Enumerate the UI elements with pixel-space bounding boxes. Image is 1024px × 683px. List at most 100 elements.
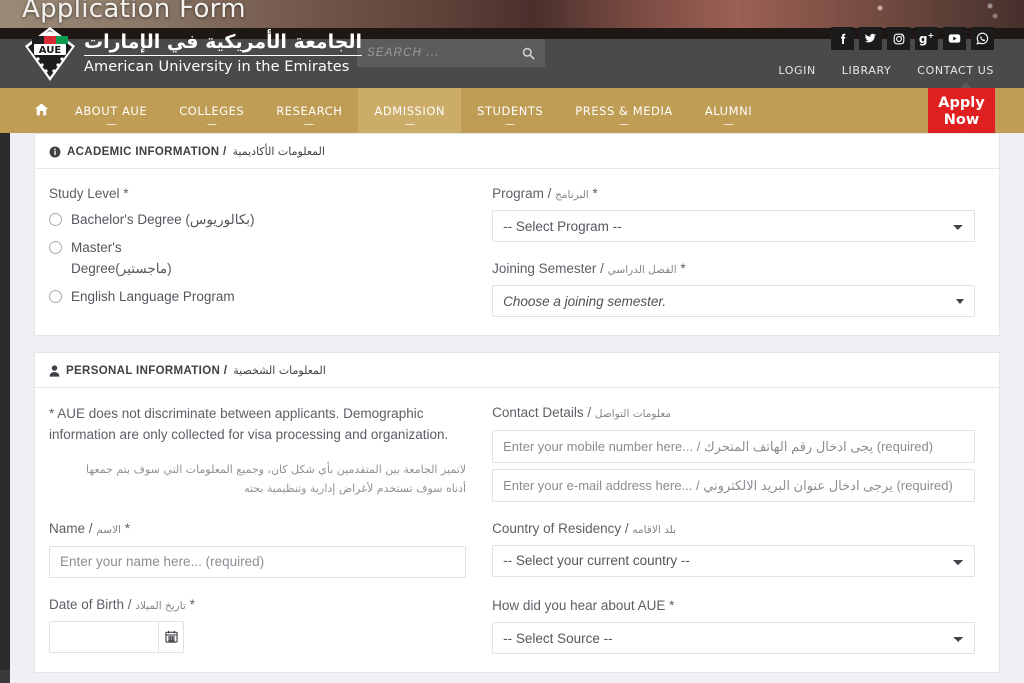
- facebook-icon[interactable]: [831, 27, 854, 50]
- nav-item-students[interactable]: STUDENTS: [461, 88, 559, 133]
- utility-link-login[interactable]: LOGIN: [778, 64, 815, 77]
- search-input[interactable]: SEARCH ...: [357, 39, 545, 67]
- joining-semester-required-mark: *: [680, 261, 686, 277]
- academic-left-column: Study Level * Bachelor's Degree (بكالوري…: [35, 185, 488, 317]
- nav-label: ABOUT AUE: [75, 103, 148, 118]
- academic-information-body: Study Level * Bachelor's Degree (بكالوري…: [35, 169, 999, 335]
- nav-label: ALUMNI: [704, 103, 753, 118]
- joining-semester-select[interactable]: Choose a joining semester.: [492, 285, 975, 318]
- logo-arabic-name: الجامعة الأمريكية في الإمارات: [84, 33, 363, 57]
- study-level-option-masters[interactable]: Master's Degree(ماجستير): [49, 238, 466, 279]
- nav-home-button[interactable]: [34, 88, 59, 133]
- personal-right-column: Contact Details / معلومات التواصل Countr…: [488, 404, 999, 655]
- utility-link-contact-us[interactable]: CONTACT US: [917, 64, 994, 77]
- personal-information-header: PERSONAL INFORMATION / المعلومات الشخصية: [35, 353, 999, 389]
- aue-logo-mark-icon: AUE: [24, 26, 76, 82]
- name-label-ar: الاسم: [96, 524, 121, 537]
- study-level-option-bachelors[interactable]: Bachelor's Degree (بكالوريوس): [49, 210, 466, 230]
- program-select[interactable]: -- Select Program --: [492, 210, 975, 243]
- site-logo[interactable]: AUE الجامعة الأمريكية في الإمارات Americ…: [24, 25, 363, 83]
- google-plus-icon[interactable]: g+: [915, 27, 938, 50]
- radio-english-language-program[interactable]: [49, 289, 62, 303]
- country-of-residency-label: Country of Residency / بلد الاقامه: [492, 520, 975, 538]
- nav-item-admission[interactable]: ADMISSION: [358, 88, 462, 133]
- nav-label: STUDENTS: [477, 103, 544, 118]
- user-icon: [49, 365, 60, 377]
- nav-item-about-aue[interactable]: ABOUT AUE: [59, 88, 163, 133]
- main-navigation: ABOUT AUE COLLEGES RESEARCH ADMISSION ST…: [0, 88, 1024, 133]
- academic-information-header: ACADEMIC INFORMATION / المعلومات الأكادي…: [35, 134, 999, 169]
- twitter-icon[interactable]: [859, 27, 882, 50]
- academic-information-card: ACADEMIC INFORMATION / المعلومات الأكادي…: [34, 133, 1000, 337]
- instagram-icon[interactable]: [887, 27, 910, 50]
- country-of-residency-label-ar: بلد الاقامه: [632, 523, 677, 536]
- personal-information-body: * AUE does not discriminate between appl…: [35, 388, 999, 672]
- radio-masters[interactable]: [49, 241, 62, 255]
- date-of-birth-label-en: Date of Birth /: [49, 596, 132, 612]
- calendar-icon[interactable]: [158, 620, 184, 653]
- left-edge-rail-bottom: [0, 670, 10, 683]
- date-of-birth-label-ar: تاريخ الميلاد: [135, 599, 186, 612]
- utility-nav: LOGIN LIBRARY CONTACT US: [778, 64, 994, 77]
- joining-semester-label-en: Joining Semester /: [492, 261, 604, 277]
- utility-link-library[interactable]: LIBRARY: [842, 64, 892, 77]
- name-field: Name / الاسم *: [49, 520, 467, 578]
- study-level-label-english-language-program: English Language Program: [71, 288, 235, 304]
- email-address-row: [492, 468, 975, 502]
- name-required-mark: *: [124, 521, 131, 537]
- program-label: Program / البرنامج *: [492, 185, 975, 203]
- svg-text:AUE: AUE: [39, 45, 62, 56]
- apply-now-caret-icon: [960, 82, 972, 88]
- program-label-ar: البرنامج: [555, 189, 589, 201]
- email-address-input[interactable]: [492, 468, 975, 502]
- academic-information-title-en: ACADEMIC INFORMATION /: [67, 145, 227, 158]
- joining-semester-label: Joining Semester / الفصل الدراسي *: [492, 260, 975, 278]
- study-level-option-english-language-program[interactable]: English Language Program: [49, 287, 466, 307]
- demographic-notice-ar: لاتميز الجامعة بين المتقدمين بأي شكل كان…: [86, 462, 467, 495]
- program-field: Program / البرنامج * -- Select Program -…: [492, 185, 975, 243]
- joining-semester-selected-option: Choose a joining semester.: [503, 293, 667, 309]
- radio-bachelors[interactable]: [49, 213, 62, 227]
- page-title: Application Form: [22, 0, 246, 24]
- academic-information-title-ar: المعلومات الأكاديمية: [232, 145, 325, 158]
- name-label-en: Name /: [49, 521, 93, 537]
- program-required-mark: *: [592, 186, 598, 201]
- nav-label: RESEARCH: [276, 103, 343, 118]
- contact-details-label-ar: معلومات التواصل: [594, 408, 672, 421]
- social-links: g+: [831, 27, 994, 50]
- chevron-down-icon: [955, 299, 964, 305]
- personal-information-title-ar: المعلومات الشخصية: [233, 364, 326, 378]
- search-icon[interactable]: [522, 47, 535, 60]
- page-content: ACADEMIC INFORMATION / المعلومات الأكادي…: [10, 133, 1024, 683]
- name-input[interactable]: [49, 545, 467, 578]
- youtube-icon[interactable]: [943, 27, 966, 50]
- program-label-en: Program /: [492, 186, 552, 201]
- date-of-birth-control: [49, 620, 184, 653]
- joining-semester-field: Joining Semester / الفصل الدراسي * Choos…: [492, 260, 975, 318]
- date-of-birth-input[interactable]: [49, 620, 159, 653]
- nav-label: ADMISSION: [374, 103, 446, 118]
- country-of-residency-select[interactable]: -- Select your current country --: [492, 544, 975, 577]
- contact-details-field: Contact Details / معلومات التواصل: [492, 404, 975, 502]
- logo-english-name: American University in the Emirates: [84, 59, 350, 76]
- hear-about-aue-select[interactable]: -- Select Source --: [492, 622, 975, 655]
- mobile-number-input[interactable]: [492, 429, 975, 463]
- hear-about-aue-field: How did you hear about AUE * -- Select S…: [492, 597, 975, 655]
- nav-item-colleges[interactable]: COLLEGES: [163, 88, 260, 133]
- apply-now-line1: Apply: [938, 95, 985, 111]
- nav-item-press-media[interactable]: PRESS & MEDIA: [559, 88, 689, 133]
- demographic-notice-en: * AUE does not discriminate between appl…: [49, 406, 449, 442]
- personal-left-column: * AUE does not discriminate between appl…: [35, 404, 488, 654]
- personal-information-card: PERSONAL INFORMATION / المعلومات الشخصية…: [34, 352, 1000, 674]
- contact-details-label: Contact Details / معلومات التواصل: [492, 404, 975, 422]
- whatsapp-icon[interactable]: [971, 27, 994, 50]
- date-of-birth-field: Date of Birth / تاريخ الميلاد *: [49, 596, 466, 653]
- date-of-birth-label: Date of Birth / تاريخ الميلاد *: [49, 596, 466, 614]
- nav-item-alumni[interactable]: ALUMNI: [689, 88, 768, 133]
- joining-semester-label-ar: الفصل الدراسي: [607, 264, 677, 277]
- apply-now-line2: Now: [943, 112, 980, 128]
- nav-item-research[interactable]: RESEARCH: [260, 88, 358, 133]
- study-level-label: Study Level *: [49, 186, 129, 201]
- contact-details-label-en: Contact Details /: [492, 405, 592, 421]
- hear-about-aue-label: How did you hear about AUE *: [492, 597, 675, 613]
